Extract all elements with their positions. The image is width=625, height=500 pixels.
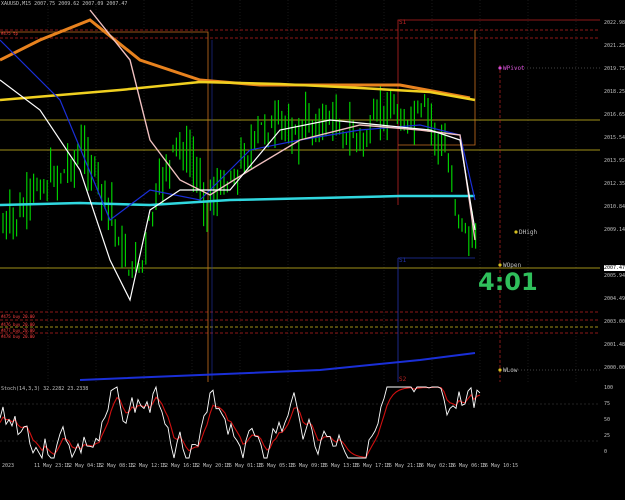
wpivot-label: WPivot [503, 65, 525, 72]
price-tick-label: 2022.98 [604, 20, 625, 26]
bar-countdown: 4:01 [478, 268, 538, 296]
time-tick-label: 15 May 09:15 [290, 463, 327, 469]
price-chart-canvas[interactable]: WPivotDHighWOpenWLowS1S1S2 [0, 0, 600, 383]
price-tick-label: 2005.94 [604, 273, 625, 279]
time-tick-label: 11 May 23:15 [34, 463, 71, 469]
order-label: #475 tp [1, 31, 18, 36]
wopen-dot [498, 263, 502, 267]
stoch-tick-label: 75 [604, 401, 611, 407]
time-tick-label: 15 May 21:15 [386, 463, 423, 469]
s1-label: S1 [399, 19, 407, 26]
time-tick-label: 16 May 06:15 [450, 463, 487, 469]
order-label: #477 buy 20.00 [1, 328, 35, 333]
price-tick-label: 2004.49 [604, 296, 625, 302]
price-tick-label: 2001.48 [604, 342, 625, 348]
price-tick-label: 2010.84 [604, 204, 625, 210]
price-tick-label: 2018.25 [604, 89, 625, 95]
price-tick-label: 2012.35 [604, 181, 625, 187]
symbol-info: XAUUSD,M15 2007.75 2009.62 2007.09 2007.… [1, 1, 128, 7]
order-label: #475 buy 20.00 [1, 314, 35, 319]
ma-blue-long-line [79, 352, 476, 381]
time-tick-label: 15 May 17:15 [354, 463, 391, 469]
stoch-tick-label: 0 [604, 449, 608, 455]
wlow-dot [498, 368, 502, 372]
dhigh-dot [514, 230, 518, 234]
stochastic-canvas[interactable] [0, 385, 600, 460]
price-tick-label: 2013.95 [604, 158, 625, 164]
price-axis: 2022.98 2021.25 2019.75 2018.25 2016.65 2015.… [600, 0, 625, 382]
price-chart-area[interactable]: WPivot DHigh WOpen WLow S1 S1 S2 [0, 0, 600, 383]
price-tick-label: 2009.14 [604, 227, 625, 233]
s2-label: S2 [399, 376, 407, 382]
wlow-label: WLow [503, 367, 518, 374]
price-tick-label: 2015.54 [604, 135, 625, 141]
order-label: #476 buy 20.00 [1, 322, 35, 327]
time-tick-label: 15 May 05:15 [258, 463, 295, 469]
time-tick-label: 15 May 01:15 [226, 463, 263, 469]
price-tick-label: 2016.65 [604, 112, 625, 118]
time-tick-label: 16 May 10:15 [482, 463, 519, 469]
time-tick-label: 2023 [2, 463, 15, 469]
wpivot-dot [498, 66, 502, 70]
stoch-tick-label: 25 [604, 433, 611, 439]
stochastic-panel[interactable] [0, 385, 600, 460]
time-tick-label: 16 May 02:15 [418, 463, 455, 469]
time-tick-label: 12 May 08:15 [98, 463, 135, 469]
s1-label: S1 [399, 257, 407, 264]
stochastic-title: Stoch(14,3,3) 32.2282 23.2338 [1, 386, 89, 392]
time-tick-label: 12 May 16:15 [162, 463, 199, 469]
dhigh-label: DHigh [519, 229, 537, 236]
price-tick-label: 2003.00 [604, 319, 625, 325]
time-tick-label: 12 May 04:15 [66, 463, 103, 469]
stochastic-axis: 100 75 50 25 0 [600, 385, 625, 460]
stoch-tick-label: 100 [604, 385, 614, 391]
ma-cyan-line [0, 194, 475, 207]
order-label: #478 buy 20.00 [1, 334, 35, 339]
time-axis: 2023 11 May 23:15 12 May 04:15 12 May 08:15… [0, 460, 625, 500]
price-tick-label: 2021.25 [604, 43, 625, 49]
price-tick-label: 2019.75 [604, 66, 625, 72]
price-tick-label: 2000.00 [604, 365, 625, 371]
time-tick-label: 12 May 20:15 [194, 463, 231, 469]
time-tick-label: 15 May 13:15 [322, 463, 359, 469]
time-tick-label: 12 May 12:15 [130, 463, 167, 469]
price-tick-label: 2007.47 [604, 265, 625, 271]
stoch-tick-label: 50 [604, 417, 611, 423]
